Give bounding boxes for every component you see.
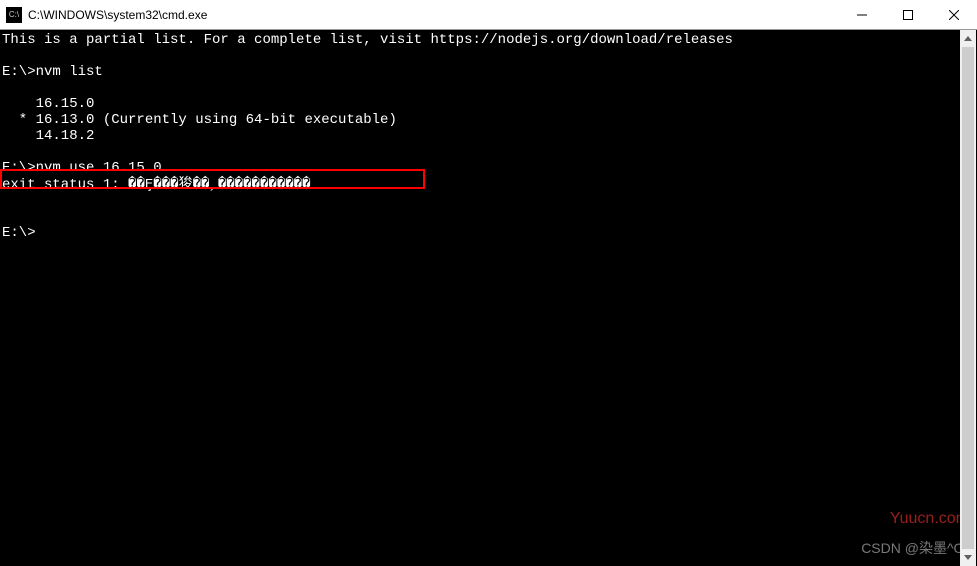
scrollbar-thumb[interactable] bbox=[962, 47, 974, 549]
window-title: C:\WINDOWS\system32\cmd.exe bbox=[28, 8, 839, 22]
output-line: This is a partial list. For a complete l… bbox=[2, 32, 975, 48]
error-line: exit status 1: ��Ȩ���狻��˲����������� bbox=[2, 177, 975, 193]
scrollbar-track[interactable] bbox=[960, 47, 976, 549]
close-button[interactable] bbox=[931, 0, 977, 30]
output-line: 14.18.2 bbox=[2, 128, 975, 144]
prompt-line: E:\> bbox=[2, 225, 975, 241]
minimize-button[interactable] bbox=[839, 0, 885, 30]
output-line bbox=[2, 48, 975, 64]
prompt-line: E:\>nvm use 16.15.0 bbox=[2, 160, 975, 176]
output-line bbox=[2, 80, 975, 96]
cmd-icon: C:\ bbox=[6, 7, 22, 23]
output-line bbox=[2, 144, 975, 160]
output-line: * 16.13.0 (Currently using 64-bit execut… bbox=[2, 112, 975, 128]
chevron-down-icon bbox=[964, 555, 972, 560]
prompt-line: E:\>nvm list bbox=[2, 64, 975, 80]
chevron-up-icon bbox=[964, 36, 972, 41]
watermark-yuucn: Yuucn.com bbox=[890, 510, 969, 528]
window-controls bbox=[839, 0, 977, 29]
scrollbar-down-button[interactable] bbox=[960, 549, 976, 566]
output-line bbox=[2, 209, 975, 225]
maximize-icon bbox=[903, 10, 913, 20]
window-titlebar: C:\ C:\WINDOWS\system32\cmd.exe bbox=[0, 0, 977, 30]
vertical-scrollbar[interactable] bbox=[960, 30, 976, 566]
watermark-csdn: CSDN @染墨^O^ bbox=[861, 540, 971, 556]
output-line bbox=[2, 193, 975, 209]
close-icon bbox=[949, 10, 959, 20]
scrollbar-up-button[interactable] bbox=[960, 30, 976, 47]
terminal-output[interactable]: This is a partial list. For a complete l… bbox=[0, 30, 977, 566]
maximize-button[interactable] bbox=[885, 0, 931, 30]
minimize-icon bbox=[857, 10, 867, 20]
output-line: 16.15.0 bbox=[2, 96, 975, 112]
